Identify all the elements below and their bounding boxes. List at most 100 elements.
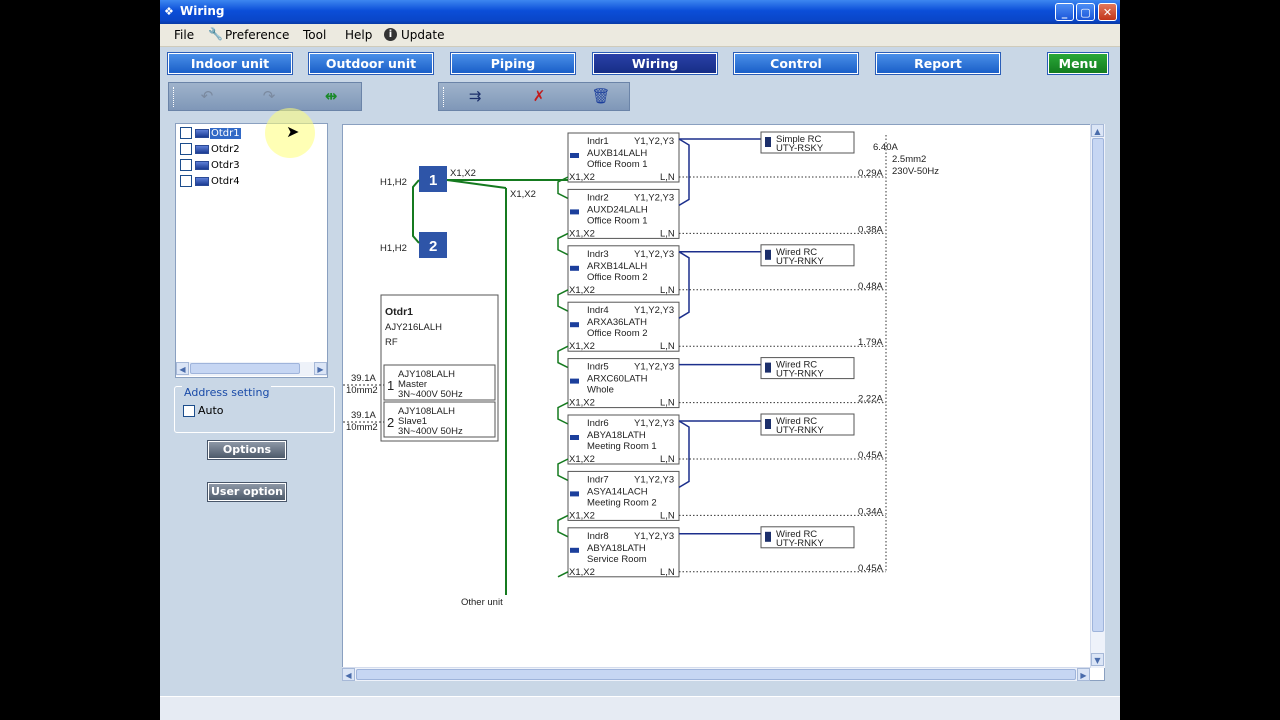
indoor-unit-room: Office Room 1	[587, 159, 648, 170]
indoor-unit-power-terminal: L,N	[660, 341, 675, 352]
outdoor-unit-icon	[195, 144, 209, 154]
remote-controller-icon	[765, 137, 771, 147]
toolbar-group-wiring: ⇉ ✗ 🗑	[438, 82, 630, 111]
redo-icon[interactable]: ↷	[249, 83, 289, 110]
minimize-button[interactable]: _	[1055, 3, 1074, 21]
tab-strip: Indoor unit Outdoor unit Piping Wiring C…	[160, 47, 1120, 80]
outdoor-unit-type: RF	[385, 337, 398, 348]
menu-bar: File 🔧 Preference Tool Help i Update	[160, 24, 1120, 47]
undo-icon[interactable]: ↶	[187, 83, 227, 110]
user-option-button[interactable]: User option	[208, 483, 286, 501]
indoor-unit-icon	[570, 491, 579, 497]
address-setting-title: Address setting	[182, 386, 272, 399]
outdoor-sub-unit-number: 2	[387, 415, 394, 430]
menu-button[interactable]: Menu	[1048, 53, 1108, 74]
scroll-thumb[interactable]	[190, 363, 300, 374]
scroll-right-icon[interactable]: ▶	[314, 362, 327, 375]
tab-piping[interactable]: Piping	[451, 53, 575, 74]
outdoor-unit-icon	[195, 128, 209, 138]
indoor-unit-rc-terminal: Y1,Y2,Y3	[634, 531, 674, 542]
close-button[interactable]: ✕	[1098, 3, 1117, 21]
indoor-unit-rc-terminal: Y1,Y2,Y3	[634, 192, 674, 203]
remote-controller-model: UTY-RSKY	[776, 143, 824, 154]
indoor-unit-room: Office Room 1	[587, 215, 648, 226]
info-icon: i	[384, 28, 397, 41]
canvas-horizontal-scrollbar[interactable]: ◀ ▶	[342, 667, 1090, 681]
indoor-unit-room: Meeting Room 1	[587, 441, 657, 452]
menu-preference[interactable]: Preference	[225, 28, 289, 42]
tree-item-otdr1[interactable]: Otdr1	[180, 127, 241, 141]
transmission-label-trunk: X1,X2	[510, 189, 536, 200]
tree-checkbox[interactable]	[180, 159, 192, 171]
delete-icon[interactable]: 🗑	[581, 83, 621, 110]
indoor-unit-trans-terminal: X1,X2	[569, 172, 595, 183]
indoor-unit-model: ARXB14LALH	[587, 261, 647, 272]
indoor-unit-name: Indr8	[587, 531, 609, 542]
indoor-unit-power-terminal: L,N	[660, 454, 675, 465]
indoor-unit-trans-terminal: X1,X2	[569, 341, 595, 352]
tree-checkbox[interactable]	[180, 175, 192, 187]
toolbar-grip	[173, 87, 176, 107]
indoor-unit-icon	[570, 378, 579, 384]
indoor-unit-current: 0.45A	[858, 563, 883, 574]
scroll-thumb[interactable]	[356, 669, 1076, 680]
indoor-unit-trans-terminal: X1,X2	[569, 398, 595, 409]
branch-box-terminal-label: H1,H2	[380, 243, 407, 254]
tree-item-label: Otdr1	[210, 127, 241, 139]
auto-checkbox-box[interactable]	[183, 405, 195, 417]
remote-controller-model: UTY-RNKY	[776, 369, 824, 380]
menu-file[interactable]: File	[174, 28, 194, 42]
branch-link-line	[412, 179, 420, 244]
indoor-unit-rc-terminal: Y1,Y2,Y3	[634, 136, 674, 147]
maximize-button[interactable]: ▢	[1076, 3, 1095, 21]
menu-tool[interactable]: Tool	[303, 28, 326, 42]
tab-control[interactable]: Control	[734, 53, 858, 74]
scroll-left-icon[interactable]: ◀	[342, 668, 355, 681]
branch-box-terminal-label: H1,H2	[380, 177, 407, 188]
scroll-left-icon[interactable]: ◀	[176, 362, 189, 375]
outdoor-unit-name: Otdr1	[385, 306, 413, 318]
scroll-up-icon[interactable]: ▲	[1091, 124, 1104, 137]
tree-item-otdr2[interactable]: Otdr2	[180, 143, 241, 157]
indoor-unit-current: 0.38A	[858, 224, 883, 235]
title-bar[interactable]: ❖ Wiring _ ▢ ✕	[160, 0, 1120, 24]
indoor-transmission-link	[557, 345, 569, 369]
indoor-unit-model: ABYA18LATH	[587, 430, 646, 441]
branch-box-number: 2	[429, 238, 437, 255]
outdoor-unit-model: AJY216LALH	[385, 322, 442, 333]
auto-checkbox[interactable]: Auto	[183, 404, 224, 417]
add-wire-icon[interactable]: ⇉	[455, 83, 495, 110]
scroll-right-icon[interactable]: ▶	[1077, 668, 1090, 681]
tree-item-otdr4[interactable]: Otdr4	[180, 175, 241, 189]
tree-item-otdr3[interactable]: Otdr3	[180, 159, 241, 173]
indoor-unit-name: Indr2	[587, 192, 609, 203]
menu-help[interactable]: Help	[345, 28, 372, 42]
tree-horizontal-scrollbar[interactable]: ◀ ▶	[176, 362, 327, 376]
outdoor-unit-icon	[195, 176, 209, 186]
remote-controller-icon	[765, 362, 771, 373]
indoor-unit-rc-terminal: Y1,Y2,Y3	[634, 362, 674, 373]
canvas-vertical-scrollbar[interactable]: ▲ ▼	[1090, 124, 1105, 668]
tree-checkbox[interactable]	[180, 127, 192, 139]
menu-update[interactable]: Update	[401, 28, 444, 42]
tab-report[interactable]: Report	[876, 53, 1000, 74]
branch-box-number: 1	[429, 172, 437, 189]
remote-controller-icon	[765, 531, 771, 542]
remove-wire-icon[interactable]: ✗	[519, 83, 559, 110]
options-button[interactable]: Options	[208, 441, 286, 459]
tab-outdoor-unit[interactable]: Outdoor unit	[309, 53, 433, 74]
indoor-transmission-link	[557, 401, 569, 425]
tab-indoor-unit[interactable]: Indoor unit	[168, 53, 292, 74]
wiring-diagram-canvas[interactable]: 1 H1,H2 2 H1,H2 X1,X2 X1,X2 Other unit Otdr1 AJY…	[342, 124, 1105, 681]
scroll-thumb[interactable]	[1092, 138, 1104, 632]
toolbar-group-edit: ↶ ↷ ⇹	[168, 82, 362, 111]
connect-icon[interactable]: ⇹	[311, 83, 351, 110]
tree-item-label: Otdr4	[211, 175, 240, 187]
scroll-down-icon[interactable]: ▼	[1091, 653, 1104, 666]
wrench-icon: 🔧	[208, 27, 223, 41]
transmission-label-top: X1,X2	[450, 168, 476, 179]
tab-wiring[interactable]: Wiring	[593, 53, 717, 74]
tree-checkbox[interactable]	[180, 143, 192, 155]
indoor-unit-power-terminal: L,N	[660, 567, 675, 578]
indoor-unit-trans-terminal: X1,X2	[569, 285, 595, 296]
